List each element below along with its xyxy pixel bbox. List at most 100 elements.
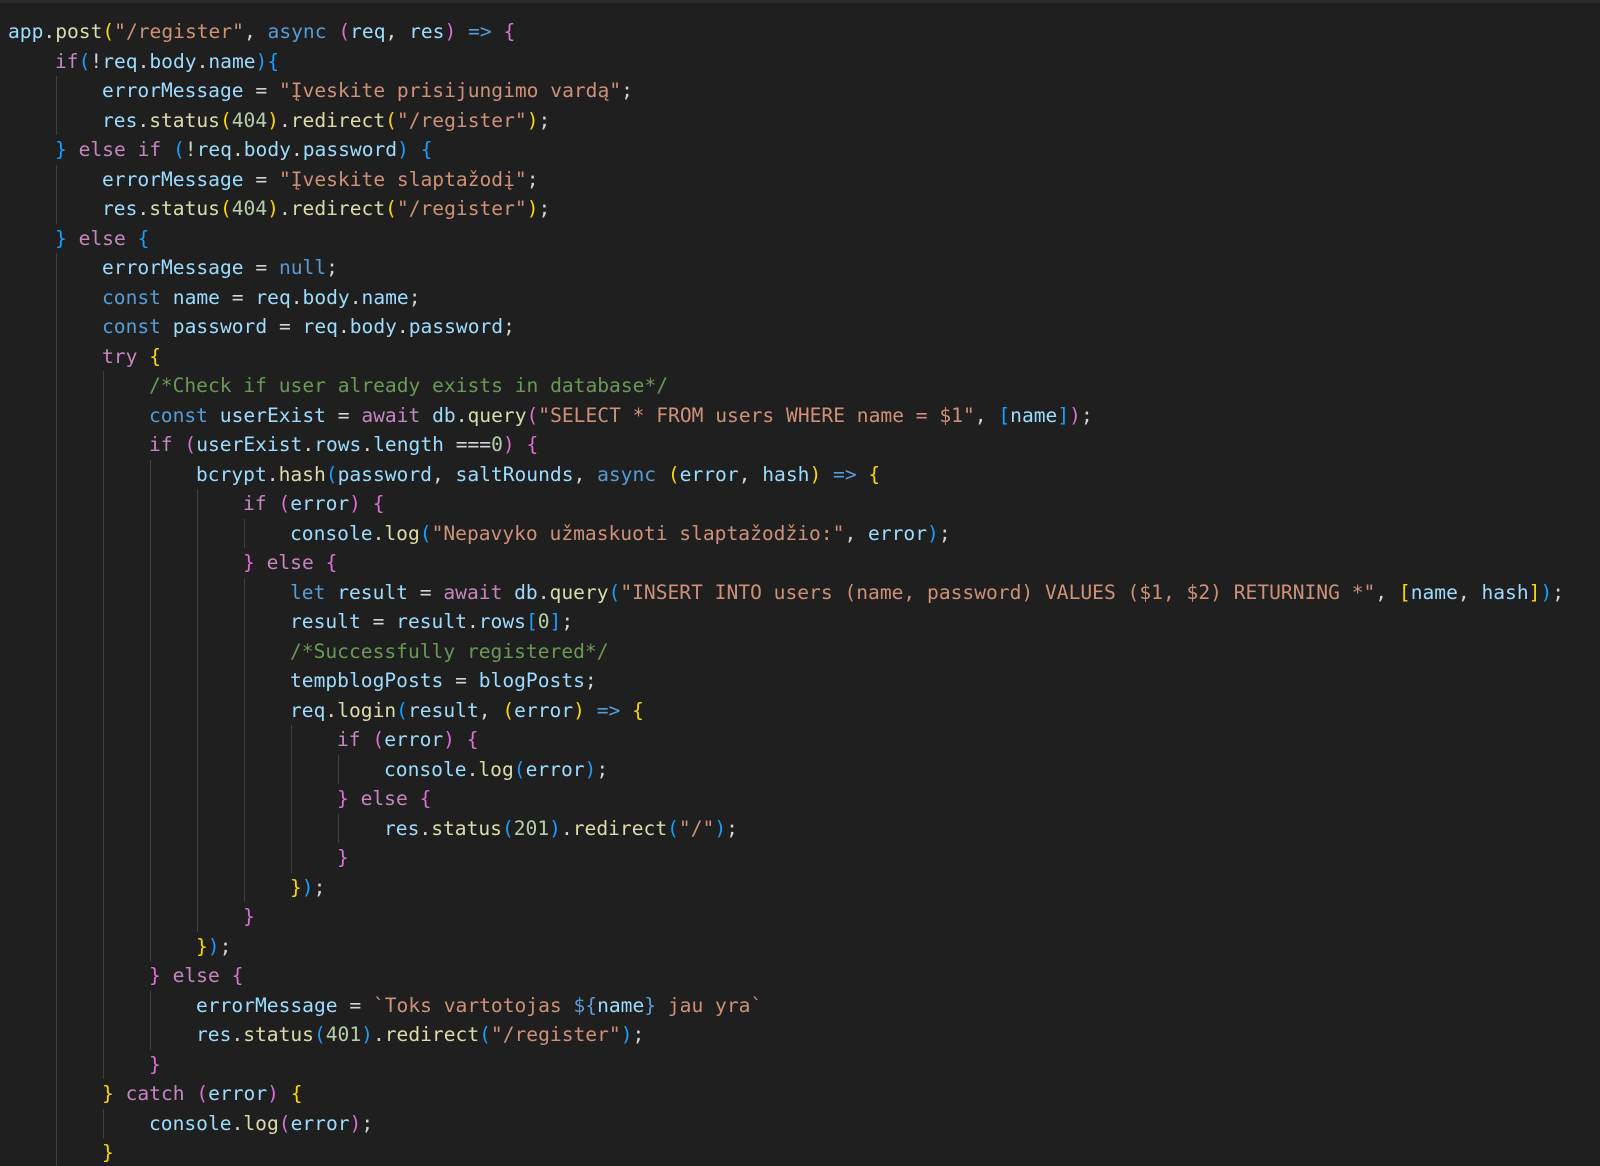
code-line[interactable]: result = result.rows[0]; — [8, 607, 1564, 637]
code-token: if — [55, 49, 79, 73]
code-token: ) — [584, 757, 597, 781]
code-line[interactable]: if(!req.body.name){ — [8, 47, 1564, 77]
code-line[interactable]: let result = await db.query("INSERT INTO… — [8, 577, 1564, 607]
code-line[interactable]: app.post("/register", async (req, res) =… — [8, 17, 1564, 47]
code-token: rows — [478, 610, 526, 633]
code-line[interactable]: console.log("Nepavyko užmaskuoti slaptaž… — [8, 518, 1564, 548]
code-token: 401 — [325, 1023, 362, 1046]
code-token: ( — [501, 816, 514, 840]
code-token: ) — [207, 934, 220, 958]
code-line-content: } else { — [8, 227, 149, 250]
code-editor[interactable]: app.post("/register", async (req, res) =… — [0, 0, 1600, 1166]
code-token: } — [102, 1141, 114, 1164]
code-line-content: } — [8, 846, 349, 869]
code-token: res — [102, 108, 138, 132]
code-line[interactable]: console.log(error); — [8, 754, 1564, 784]
code-line[interactable]: } — [8, 1138, 1564, 1166]
code-line-content: } — [8, 1053, 161, 1076]
code-line[interactable]: }); — [8, 931, 1564, 961]
code-token: if — [149, 433, 173, 456]
code-line[interactable]: res.status(201).redirect("/"); — [8, 813, 1564, 843]
code-token: , — [974, 403, 999, 427]
code-content[interactable]: app.post("/register", async (req, res) =… — [8, 17, 1564, 1166]
code-line[interactable]: const name = req.body.name; — [8, 282, 1564, 312]
code-line[interactable]: } else if (!req.body.password) { — [8, 135, 1564, 165]
code-token: ; — [526, 167, 539, 191]
code-line[interactable]: res.status(404).redirect("/register"); — [8, 105, 1564, 135]
code-token: userExist — [196, 433, 303, 456]
code-line-content: } — [8, 905, 255, 928]
code-line[interactable]: tempblogPosts = blogPosts; — [8, 666, 1564, 696]
code-token: ( — [219, 108, 232, 132]
code-token: ; — [313, 875, 326, 899]
code-token: 0 — [537, 610, 550, 633]
code-token: errorMessage — [102, 256, 244, 279]
code-token: ( — [526, 403, 539, 427]
code-token: "/" — [678, 816, 715, 840]
code-token: = — [325, 403, 362, 427]
code-token: ) — [502, 433, 515, 456]
code-token: ) — [267, 197, 279, 220]
code-token: ) — [809, 462, 822, 486]
code-token: query — [549, 580, 609, 604]
code-line[interactable]: } else { — [8, 548, 1564, 578]
code-line[interactable]: errorMessage = null; — [8, 253, 1564, 283]
code-token: ( — [196, 1082, 209, 1105]
code-token: ( — [78, 49, 91, 73]
code-line[interactable]: if (error) { — [8, 725, 1564, 755]
code-line[interactable]: /*Successfully registered*/ — [8, 636, 1564, 666]
code-line[interactable]: /*Check if user already exists in databa… — [8, 371, 1564, 401]
code-line[interactable]: } — [8, 902, 1564, 932]
code-token: . — [231, 138, 244, 161]
code-token: ( — [396, 698, 408, 722]
code-line[interactable]: } else { — [8, 224, 1564, 254]
code-token: = — [243, 79, 279, 102]
code-token: } — [243, 905, 255, 928]
code-token: . — [231, 1023, 244, 1046]
code-line[interactable]: } else { — [8, 784, 1564, 814]
code-token: ; — [538, 197, 551, 220]
code-token: ) — [349, 492, 361, 515]
code-line[interactable]: res.status(404).redirect("/register"); — [8, 194, 1564, 224]
code-line[interactable]: res.status(401).redirect("/register"); — [8, 1020, 1564, 1050]
code-line[interactable]: } — [8, 1049, 1564, 1079]
code-line-content: bcrypt.hash(password, saltRounds, async … — [8, 463, 880, 486]
code-token: else — [78, 226, 126, 250]
code-line[interactable]: } else { — [8, 961, 1564, 991]
code-line[interactable]: console.log(error); — [8, 1108, 1564, 1138]
code-line[interactable]: try { — [8, 341, 1564, 371]
code-token: await — [361, 403, 421, 427]
code-line-content: errorMessage = "Įveskite prisijungimo va… — [8, 79, 633, 102]
code-token: ( — [102, 20, 115, 43]
code-token: . — [231, 1111, 244, 1135]
code-token: } — [55, 226, 67, 250]
code-line[interactable]: const userExist = await db.query("SELECT… — [8, 400, 1564, 430]
code-token: app — [8, 20, 44, 43]
code-line[interactable]: if (error) { — [8, 489, 1564, 519]
code-token: error — [290, 1111, 350, 1135]
code-line[interactable]: bcrypt.hash(password, saltRounds, async … — [8, 459, 1564, 489]
code-line-content: } — [8, 1141, 114, 1164]
code-line[interactable]: errorMessage = `Toks vartotojas ${name} … — [8, 990, 1564, 1020]
code-token: "/register" — [114, 20, 244, 43]
code-line[interactable]: errorMessage = "Įveskite slaptažodį"; — [8, 164, 1564, 194]
code-line[interactable]: req.login(result, (error) => { — [8, 695, 1564, 725]
code-line[interactable]: const password = req.body.password; — [8, 312, 1564, 342]
code-line-content: console.log("Nepavyko užmaskuoti slaptaž… — [8, 522, 951, 545]
code-token: { — [267, 49, 280, 73]
code-line-content: try { — [8, 345, 161, 368]
code-line[interactable]: } — [8, 843, 1564, 873]
code-token: redirect — [290, 108, 386, 132]
code-token: try — [102, 344, 138, 368]
code-line[interactable]: errorMessage = "Įveskite prisijungimo va… — [8, 76, 1564, 106]
code-line[interactable]: if (userExist.rows.length ===0) { — [8, 430, 1564, 460]
code-token: result — [396, 610, 467, 633]
code-line-content: let result = await db.query("INSERT INTO… — [8, 581, 1564, 604]
code-line[interactable]: }); — [8, 872, 1564, 902]
code-line[interactable]: } catch (error) { — [8, 1079, 1564, 1109]
